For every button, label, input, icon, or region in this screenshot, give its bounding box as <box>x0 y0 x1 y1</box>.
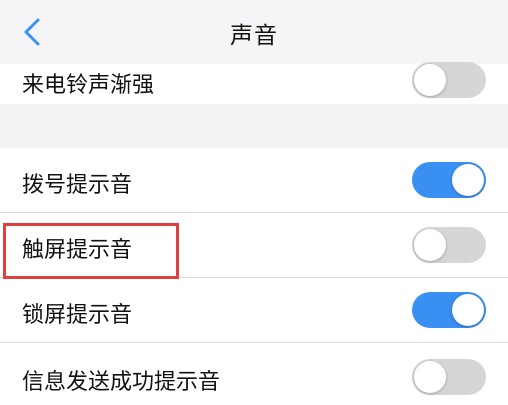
setting-row-dial-tone: 拨号提示音 <box>0 148 508 212</box>
setting-row-message-sent-tone: 信息发送成功提示音 <box>0 343 508 405</box>
setting-label: 拨号提示音 <box>22 173 133 198</box>
setting-row-ringtone-fade-in: 来电铃声渐强 <box>0 62 508 104</box>
setting-label: 信息发送成功提示音 <box>22 370 221 395</box>
lock-tone-toggle[interactable] <box>412 292 486 328</box>
toggle-knob <box>414 64 446 96</box>
message-sent-tone-toggle[interactable] <box>412 359 486 395</box>
setting-label: 锁屏提示音 <box>22 303 133 328</box>
toggle-knob <box>452 294 484 326</box>
touch-tone-toggle[interactable] <box>412 227 486 263</box>
highlight-box <box>3 223 179 279</box>
toggle-knob <box>414 229 446 261</box>
toggle-knob <box>414 361 446 393</box>
dial-tone-toggle[interactable] <box>412 162 486 198</box>
nav-bar: 声音 <box>0 0 508 64</box>
toggle-knob <box>452 164 484 196</box>
page-title: 声音 <box>230 23 278 49</box>
setting-label: 来电铃声渐强 <box>22 73 155 98</box>
setting-row-lock-tone: 锁屏提示音 <box>0 278 508 342</box>
ringtone-fade-in-toggle[interactable] <box>412 62 486 98</box>
